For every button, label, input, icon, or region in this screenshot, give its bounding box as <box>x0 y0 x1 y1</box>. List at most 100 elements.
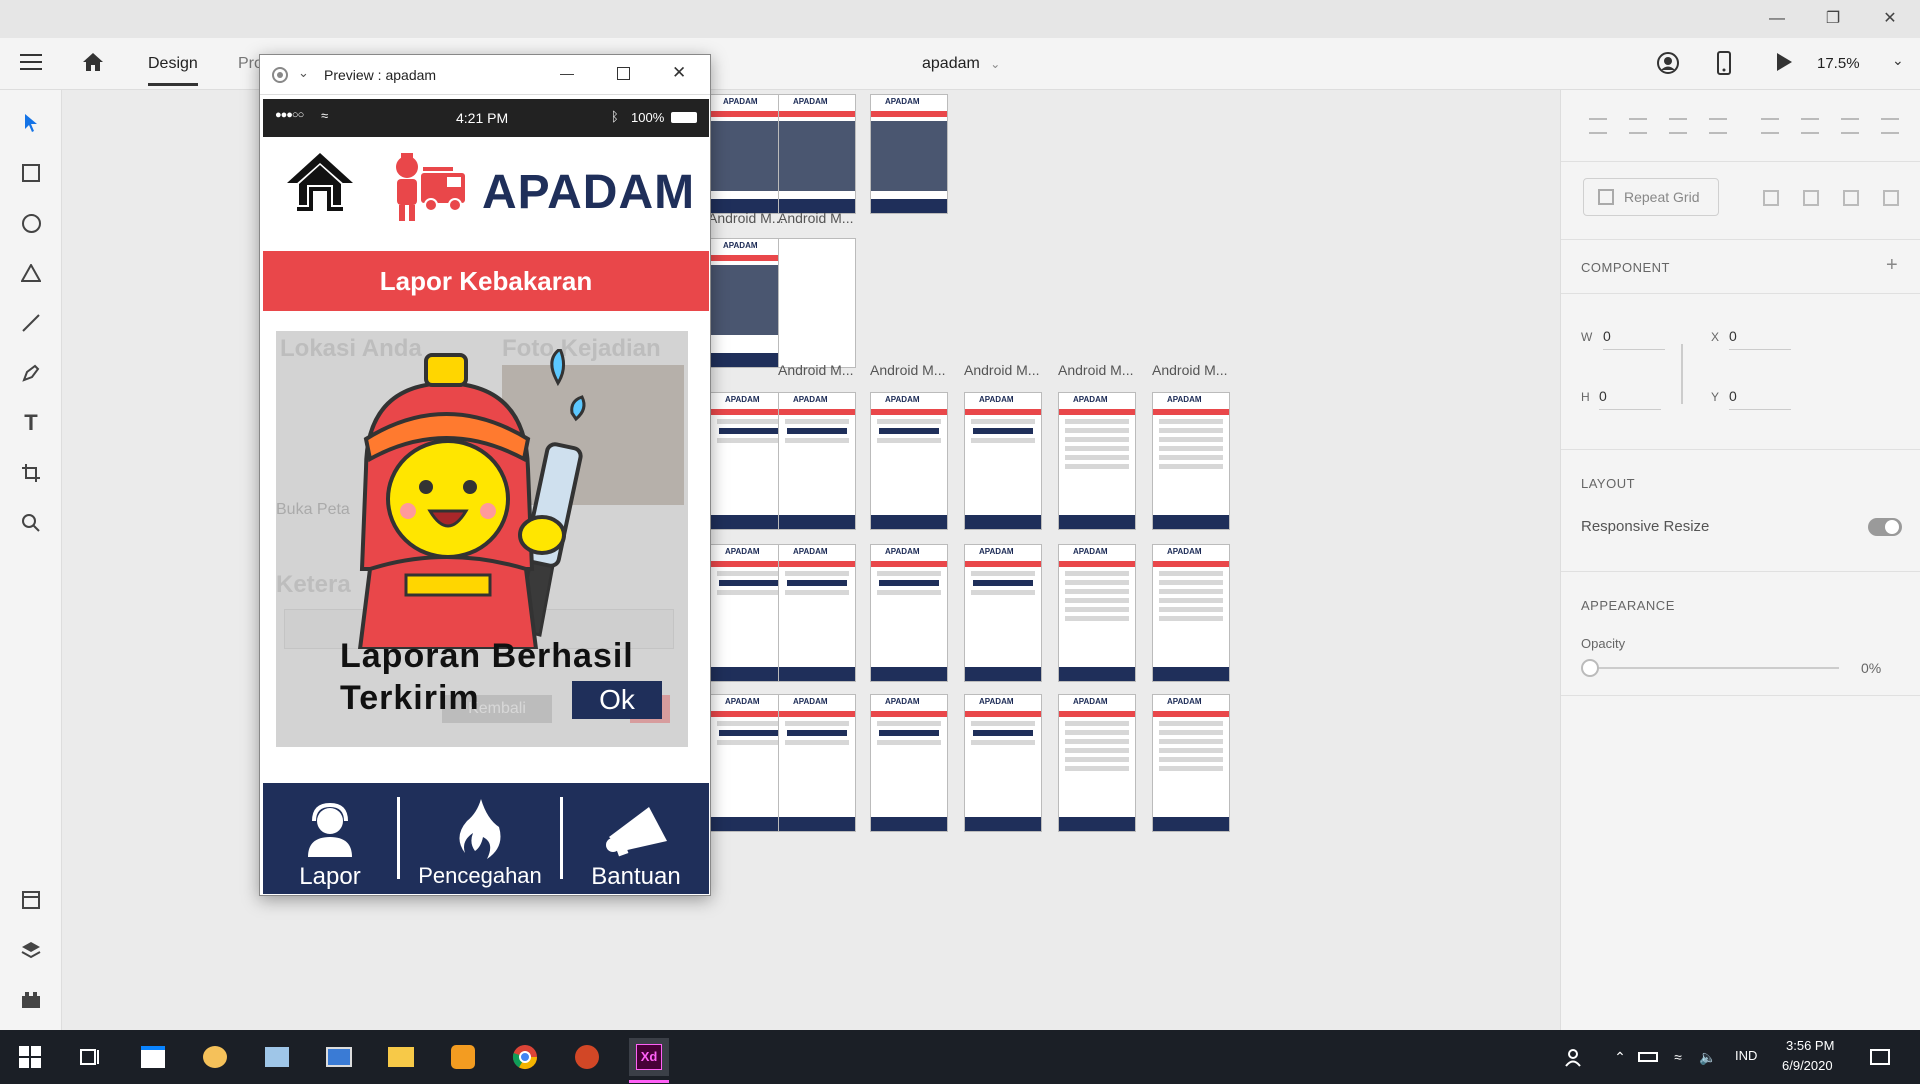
distribute-vertical-icon[interactable] <box>1709 118 1727 134</box>
add-component-icon[interactable]: + <box>1886 254 1898 277</box>
repeat-grid-button[interactable]: Repeat Grid <box>1583 178 1719 216</box>
ok-button[interactable]: Ok <box>572 681 662 719</box>
remote-desktop-icon[interactable] <box>319 1038 359 1076</box>
nav-pencegahan[interactable]: Pencegahan <box>400 783 560 894</box>
line-tool-icon[interactable] <box>16 308 46 338</box>
chevron-down-icon[interactable]: ⌄ <box>298 65 309 81</box>
artboard-thumbnail[interactable]: APADAM <box>1058 544 1136 682</box>
uc-browser-icon[interactable] <box>443 1038 483 1076</box>
polygon-tool-icon[interactable] <box>16 258 46 288</box>
photo-editor-icon[interactable] <box>257 1038 297 1076</box>
artboard-thumbnail[interactable]: APADAM <box>710 694 788 832</box>
home-icon[interactable] <box>82 52 104 77</box>
tab-design[interactable]: Design <box>148 55 198 86</box>
width-field[interactable]: 0 <box>1603 322 1665 350</box>
artboard-thumbnail[interactable]: APADAM <box>1058 392 1136 530</box>
responsive-resize-toggle[interactable] <box>1868 518 1902 536</box>
artboard-thumbnail[interactable]: APADAM <box>778 544 856 682</box>
align-right-icon[interactable] <box>1841 118 1859 134</box>
component-title: COMPONENT <box>1581 260 1670 275</box>
intersect-boolean-icon[interactable] <box>1843 190 1859 206</box>
chrome-icon[interactable] <box>505 1038 545 1076</box>
opacity-value[interactable]: 0% <box>1861 660 1881 676</box>
record-icon[interactable] <box>272 67 288 83</box>
artboard-thumbnail[interactable]: APADAM <box>964 694 1042 832</box>
assets-icon[interactable] <box>16 885 46 915</box>
exclude-boolean-icon[interactable] <box>1883 190 1899 206</box>
hamburger-icon[interactable] <box>20 54 42 72</box>
preview-minimize-button[interactable]: — <box>560 65 574 81</box>
zoom-level[interactable]: 17.5% <box>1817 55 1860 72</box>
layers-icon[interactable] <box>16 935 46 965</box>
artboard-thumbnail[interactable]: APADAM <box>870 544 948 682</box>
preview-maximize-button[interactable] <box>617 67 630 80</box>
powerpoint-icon[interactable] <box>567 1038 607 1076</box>
text-tool-icon[interactable]: T <box>16 408 46 438</box>
align-center-icon[interactable] <box>1801 118 1819 134</box>
align-top-icon[interactable] <box>1589 118 1607 134</box>
restore-button[interactable]: ❐ <box>1813 6 1853 32</box>
minimize-button[interactable]: — <box>1757 6 1797 32</box>
taskbar-date[interactable]: 6/9/2020 <box>1782 1058 1833 1073</box>
preview-close-button[interactable]: ✕ <box>672 63 686 83</box>
nav-bantuan[interactable]: Bantuan <box>563 783 709 894</box>
lock-aspect-icon[interactable] <box>1673 344 1683 404</box>
artboard-thumbnail[interactable]: APADAM <box>710 392 788 530</box>
adobe-xd-icon[interactable]: Xd <box>629 1038 669 1076</box>
artboard-label: Android M... <box>1058 362 1134 378</box>
artboard-thumbnail[interactable]: APADAM <box>778 94 856 214</box>
artboard-thumbnail[interactable]: APADAM <box>778 392 856 530</box>
zoom-tool-icon[interactable] <box>16 508 46 538</box>
select-tool-icon[interactable] <box>16 108 46 138</box>
artboard-thumbnail[interactable]: APADAM <box>964 392 1042 530</box>
plugins-icon[interactable] <box>16 985 46 1015</box>
artboard-thumbnail[interactable]: APADAM <box>870 94 948 214</box>
task-view-icon[interactable] <box>70 1038 110 1076</box>
artboard-list-row <box>1159 464 1223 469</box>
artboard-thumbnail[interactable]: APADAM <box>1152 392 1230 530</box>
paint-icon[interactable] <box>195 1038 235 1076</box>
close-button[interactable]: ✕ <box>1870 6 1910 32</box>
input-language[interactable]: IND <box>1735 1048 1757 1063</box>
taskbar-time[interactable]: 3:56 PM <box>1786 1038 1834 1053</box>
artboard-thumbnail[interactable]: APADAM <box>708 238 786 368</box>
play-icon[interactable] <box>1775 52 1793 77</box>
people-icon[interactable] <box>1555 1038 1595 1076</box>
artboard-thumbnail[interactable]: APADAM <box>778 694 856 832</box>
artboard-thumbnail[interactable]: APADAM <box>1152 544 1230 682</box>
windows-start-icon[interactable] <box>10 1038 50 1076</box>
file-explorer-icon[interactable] <box>381 1038 421 1076</box>
share-user-icon[interactable] <box>1657 52 1679 79</box>
pen-tool-icon[interactable] <box>16 358 46 388</box>
align-bottom-icon[interactable] <box>1669 118 1687 134</box>
subtract-boolean-icon[interactable] <box>1803 190 1819 206</box>
y-field[interactable]: 0 <box>1729 382 1791 410</box>
artboard-thumbnail[interactable] <box>778 238 856 368</box>
artboard-thumbnail[interactable]: APADAM <box>1152 694 1230 832</box>
distribute-horizontal-icon[interactable] <box>1881 118 1899 134</box>
artboard-tool-icon[interactable] <box>16 458 46 488</box>
zoom-chevron-icon[interactable]: ⌄ <box>1892 52 1904 69</box>
artboard-thumbnail[interactable]: APADAM <box>870 392 948 530</box>
store-icon[interactable] <box>133 1038 173 1076</box>
artboard-list-row <box>1159 580 1223 585</box>
artboard-thumbnail[interactable]: APADAM <box>708 94 786 214</box>
align-middle-icon[interactable] <box>1629 118 1647 134</box>
x-field[interactable]: 0 <box>1729 322 1791 350</box>
rectangle-tool-icon[interactable] <box>16 158 46 188</box>
volume-icon[interactable]: 🔈 <box>1688 1038 1728 1076</box>
artboard-thumbnail[interactable]: APADAM <box>964 544 1042 682</box>
align-left-icon[interactable] <box>1761 118 1779 134</box>
nav-lapor[interactable]: Lapor <box>263 783 397 894</box>
device-preview-icon[interactable] <box>1717 51 1731 80</box>
artboard-thumbnail[interactable]: APADAM <box>1058 694 1136 832</box>
document-title[interactable]: apadam ⌄ <box>922 55 1000 73</box>
artboard-thumbnail[interactable]: APADAM <box>710 544 788 682</box>
opacity-slider[interactable] <box>1581 658 1843 678</box>
home-icon[interactable] <box>285 151 355 218</box>
add-boolean-icon[interactable] <box>1763 190 1779 206</box>
artboard-thumbnail[interactable]: APADAM <box>870 694 948 832</box>
ellipse-tool-icon[interactable] <box>16 208 46 238</box>
height-field[interactable]: 0 <box>1599 382 1661 410</box>
notification-icon[interactable] <box>1860 1038 1900 1076</box>
